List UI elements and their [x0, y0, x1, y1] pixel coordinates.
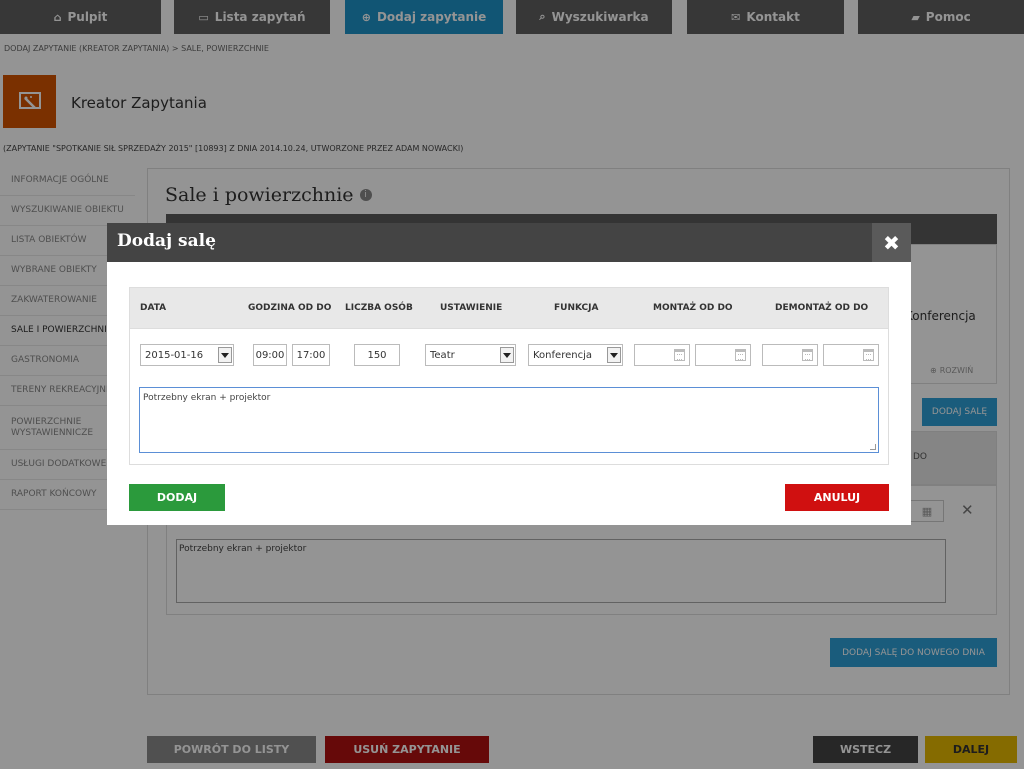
time-to-input[interactable]: 17:00 — [292, 344, 330, 366]
column-header-people: LICZBA OSÓB — [345, 303, 413, 313]
column-header-time: GODZINA OD DO — [248, 303, 332, 313]
close-icon[interactable]: ✖ — [872, 223, 911, 262]
add-button[interactable]: DODAJ — [129, 484, 225, 511]
column-header-function: FUNKCJA — [554, 303, 599, 313]
column-header-montaz: MONTAŻ OD DO — [653, 303, 733, 313]
calendar-icon[interactable] — [735, 349, 746, 361]
function-value: Konferencja — [533, 349, 592, 361]
notes-textarea[interactable]: Potrzebny ekran + projektor — [139, 387, 879, 453]
modal-header: Dodaj salę ✖ — [107, 223, 911, 262]
column-header-setup: USTAWIENIE — [440, 303, 503, 313]
room-form-header: DATA GODZINA OD DO LICZBA OSÓB USTAWIENI… — [130, 288, 888, 329]
montaz-from-input[interactable] — [634, 344, 690, 366]
demontaz-to-input[interactable] — [823, 344, 879, 366]
function-select[interactable]: Konferencja — [528, 344, 623, 366]
calendar-icon[interactable] — [674, 349, 685, 361]
chevron-down-icon — [218, 347, 232, 363]
resize-handle-icon[interactable] — [870, 444, 876, 450]
chevron-down-icon — [500, 347, 514, 363]
calendar-icon[interactable] — [863, 349, 874, 361]
notes-value: Potrzebny ekran + projektor — [143, 393, 271, 403]
people-count-input[interactable]: 150 — [354, 344, 400, 366]
cancel-button[interactable]: ANULUJ — [785, 484, 889, 511]
montaz-to-input[interactable] — [695, 344, 751, 366]
setup-select[interactable]: Teatr — [425, 344, 516, 366]
add-room-modal: Dodaj salę ✖ DATA GODZINA OD DO LICZBA O… — [107, 223, 911, 525]
setup-value: Teatr — [430, 349, 455, 361]
time-from-input[interactable]: 09:00 — [253, 344, 287, 366]
column-header-demontaz: DEMONTAŻ OD DO — [775, 303, 869, 313]
calendar-icon[interactable] — [802, 349, 813, 361]
demontaz-from-input[interactable] — [762, 344, 818, 366]
date-value: 2015-01-16 — [145, 349, 204, 361]
chevron-down-icon — [607, 347, 621, 363]
column-header-date: DATA — [140, 303, 167, 313]
date-select[interactable]: 2015-01-16 — [140, 344, 234, 366]
modal-title: Dodaj salę — [117, 231, 216, 251]
